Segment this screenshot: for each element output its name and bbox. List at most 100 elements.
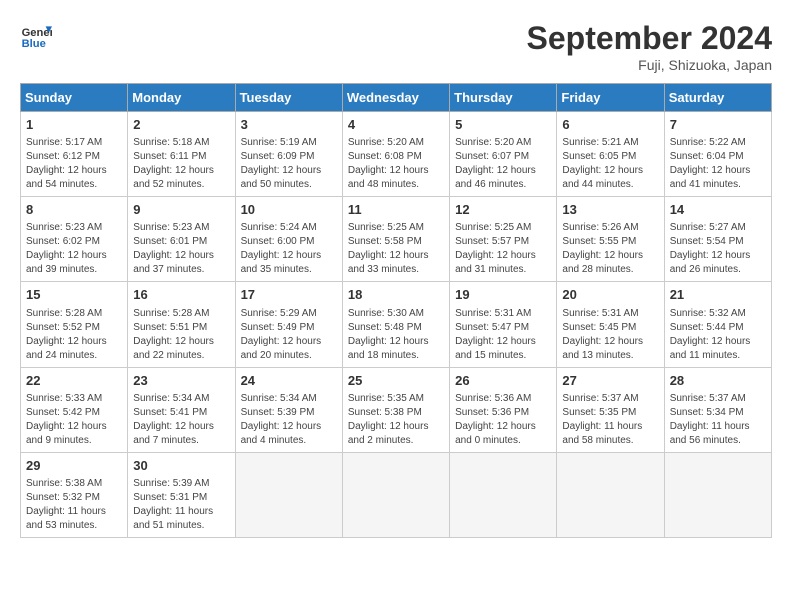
- day-info: Sunrise: 5:36 AM Sunset: 5:36 PM Dayligh…: [455, 392, 551, 448]
- calendar-cell: 5 Sunrise: 5:20 AM Sunset: 6:07 PM Daylig…: [450, 112, 557, 197]
- weekday-header-sunday: Sunday: [21, 84, 128, 112]
- day-info: Sunrise: 5:28 AM Sunset: 5:52 PM Dayligh…: [26, 307, 122, 363]
- day-number: 29: [26, 457, 122, 475]
- calendar-cell: 18Sunrise: 5:30 AM Sunset: 5:48 PM Dayli…: [342, 282, 449, 367]
- day-number: 20: [562, 286, 658, 304]
- weekday-header-row: SundayMondayTuesdayWednesdayThursdayFrid…: [21, 84, 772, 112]
- svg-text:Blue: Blue: [22, 38, 46, 50]
- day-info: Sunrise: 5:24 AM Sunset: 6:00 PM Dayligh…: [241, 221, 337, 277]
- weekday-header-thursday: Thursday: [450, 84, 557, 112]
- calendar-cell: 17 Sunrise: 5:29 AM Sunset: 5:49 PM Dayli…: [235, 282, 342, 367]
- day-number: 23: [133, 372, 229, 390]
- location-subtitle: Fuji, Shizuoka, Japan: [527, 57, 772, 73]
- day-info: Sunrise: 5:26 AM Sunset: 5:55 PM Dayligh…: [562, 221, 658, 277]
- calendar-cell: 1 Sunrise: 5:17 AM Sunset: 6:12 PM Daylig…: [21, 112, 128, 197]
- calendar-cell: 21Sunrise: 5:32 AM Sunset: 5:44 PM Dayli…: [664, 282, 771, 367]
- day-number: 19: [455, 286, 551, 304]
- day-number: 17: [241, 286, 337, 304]
- day-info: Sunrise: 5:21 AM Sunset: 6:05 PM Dayligh…: [562, 136, 658, 192]
- calendar-cell: 11Sunrise: 5:25 AM Sunset: 5:58 PM Dayli…: [342, 197, 449, 282]
- day-info: Sunrise: 5:20 AM Sunset: 6:07 PM Dayligh…: [455, 136, 551, 192]
- day-number: 1: [26, 116, 122, 134]
- day-number: 12: [455, 201, 551, 219]
- day-number: 18: [348, 286, 444, 304]
- calendar-cell: 23 Sunrise: 5:34 AM Sunset: 5:41 PM Dayli…: [128, 367, 235, 452]
- calendar-week-4: 22Sunrise: 5:33 AM Sunset: 5:42 PM Dayli…: [21, 367, 772, 452]
- calendar-cell: [342, 452, 449, 537]
- day-info: Sunrise: 5:34 AM Sunset: 5:41 PM Dayligh…: [133, 392, 229, 448]
- day-info: Sunrise: 5:20 AM Sunset: 6:08 PM Dayligh…: [348, 136, 444, 192]
- logo-icon: General Blue: [20, 20, 52, 52]
- day-info: Sunrise: 5:33 AM Sunset: 5:42 PM Dayligh…: [26, 392, 122, 448]
- calendar-table: SundayMondayTuesdayWednesdayThursdayFrid…: [20, 83, 772, 538]
- calendar-cell: 16 Sunrise: 5:28 AM Sunset: 5:51 PM Dayli…: [128, 282, 235, 367]
- day-info: Sunrise: 5:19 AM Sunset: 6:09 PM Dayligh…: [241, 136, 337, 192]
- day-number: 30: [133, 457, 229, 475]
- day-info: Sunrise: 5:25 AM Sunset: 5:57 PM Dayligh…: [455, 221, 551, 277]
- day-info: Sunrise: 5:23 AM Sunset: 6:02 PM Dayligh…: [26, 221, 122, 277]
- calendar-cell: 29Sunrise: 5:38 AM Sunset: 5:32 PM Dayli…: [21, 452, 128, 537]
- day-info: Sunrise: 5:22 AM Sunset: 6:04 PM Dayligh…: [670, 136, 766, 192]
- calendar-cell: 28 Sunrise: 5:37 AM Sunset: 5:34 PM Dayli…: [664, 367, 771, 452]
- calendar-cell: 9 Sunrise: 5:23 AM Sunset: 6:01 PM Daylig…: [128, 197, 235, 282]
- calendar-cell: 22Sunrise: 5:33 AM Sunset: 5:42 PM Dayli…: [21, 367, 128, 452]
- calendar-cell: 13 Sunrise: 5:26 AM Sunset: 5:55 PM Dayli…: [557, 197, 664, 282]
- day-number: 25: [348, 372, 444, 390]
- day-info: Sunrise: 5:39 AM Sunset: 5:31 PM Dayligh…: [133, 477, 229, 533]
- calendar-cell: 27 Sunrise: 5:37 AM Sunset: 5:35 PM Dayli…: [557, 367, 664, 452]
- weekday-header-saturday: Saturday: [664, 84, 771, 112]
- day-number: 28: [670, 372, 766, 390]
- day-info: Sunrise: 5:28 AM Sunset: 5:51 PM Dayligh…: [133, 307, 229, 363]
- day-number: 5: [455, 116, 551, 134]
- day-info: Sunrise: 5:17 AM Sunset: 6:12 PM Dayligh…: [26, 136, 122, 192]
- day-info: Sunrise: 5:29 AM Sunset: 5:49 PM Dayligh…: [241, 307, 337, 363]
- calendar-cell: 25 Sunrise: 5:35 AM Sunset: 5:38 PM Dayli…: [342, 367, 449, 452]
- calendar-cell: 24 Sunrise: 5:34 AM Sunset: 5:39 PM Dayli…: [235, 367, 342, 452]
- day-number: 11: [348, 201, 444, 219]
- day-info: Sunrise: 5:31 AM Sunset: 5:47 PM Dayligh…: [455, 307, 551, 363]
- calendar-cell: 30 Sunrise: 5:39 AM Sunset: 5:31 PM Dayli…: [128, 452, 235, 537]
- calendar-cell: 12 Sunrise: 5:25 AM Sunset: 5:57 PM Dayli…: [450, 197, 557, 282]
- day-number: 3: [241, 116, 337, 134]
- day-info: Sunrise: 5:37 AM Sunset: 5:34 PM Dayligh…: [670, 392, 766, 448]
- day-number: 4: [348, 116, 444, 134]
- calendar-cell: 8Sunrise: 5:23 AM Sunset: 6:02 PM Daylig…: [21, 197, 128, 282]
- day-info: Sunrise: 5:27 AM Sunset: 5:54 PM Dayligh…: [670, 221, 766, 277]
- calendar-cell: 2 Sunrise: 5:18 AM Sunset: 6:11 PM Daylig…: [128, 112, 235, 197]
- day-number: 9: [133, 201, 229, 219]
- day-number: 7: [670, 116, 766, 134]
- day-number: 13: [562, 201, 658, 219]
- calendar-week-5: 29Sunrise: 5:38 AM Sunset: 5:32 PM Dayli…: [21, 452, 772, 537]
- weekday-header-monday: Monday: [128, 84, 235, 112]
- day-number: 10: [241, 201, 337, 219]
- day-number: 24: [241, 372, 337, 390]
- calendar-cell: [450, 452, 557, 537]
- day-number: 16: [133, 286, 229, 304]
- day-info: Sunrise: 5:34 AM Sunset: 5:39 PM Dayligh…: [241, 392, 337, 448]
- calendar-week-1: 1 Sunrise: 5:17 AM Sunset: 6:12 PM Daylig…: [21, 112, 772, 197]
- calendar-cell: 14Sunrise: 5:27 AM Sunset: 5:54 PM Dayli…: [664, 197, 771, 282]
- day-number: 6: [562, 116, 658, 134]
- weekday-header-friday: Friday: [557, 84, 664, 112]
- weekday-header-wednesday: Wednesday: [342, 84, 449, 112]
- day-info: Sunrise: 5:37 AM Sunset: 5:35 PM Dayligh…: [562, 392, 658, 448]
- calendar-cell: 15Sunrise: 5:28 AM Sunset: 5:52 PM Dayli…: [21, 282, 128, 367]
- title-area: September 2024 Fuji, Shizuoka, Japan: [527, 20, 772, 73]
- calendar-cell: 3 Sunrise: 5:19 AM Sunset: 6:09 PM Daylig…: [235, 112, 342, 197]
- day-info: Sunrise: 5:18 AM Sunset: 6:11 PM Dayligh…: [133, 136, 229, 192]
- calendar-week-2: 8Sunrise: 5:23 AM Sunset: 6:02 PM Daylig…: [21, 197, 772, 282]
- calendar-cell: 7 Sunrise: 5:22 AM Sunset: 6:04 PM Daylig…: [664, 112, 771, 197]
- logo: General Blue: [20, 20, 52, 52]
- calendar-cell: 6 Sunrise: 5:21 AM Sunset: 6:05 PM Daylig…: [557, 112, 664, 197]
- day-info: Sunrise: 5:23 AM Sunset: 6:01 PM Dayligh…: [133, 221, 229, 277]
- calendar-cell: 20Sunrise: 5:31 AM Sunset: 5:45 PM Dayli…: [557, 282, 664, 367]
- day-number: 21: [670, 286, 766, 304]
- day-number: 2: [133, 116, 229, 134]
- day-info: Sunrise: 5:35 AM Sunset: 5:38 PM Dayligh…: [348, 392, 444, 448]
- day-number: 26: [455, 372, 551, 390]
- calendar-cell: [664, 452, 771, 537]
- calendar-cell: 19 Sunrise: 5:31 AM Sunset: 5:47 PM Dayli…: [450, 282, 557, 367]
- day-number: 27: [562, 372, 658, 390]
- calendar-cell: 26 Sunrise: 5:36 AM Sunset: 5:36 PM Dayli…: [450, 367, 557, 452]
- calendar-week-3: 15Sunrise: 5:28 AM Sunset: 5:52 PM Dayli…: [21, 282, 772, 367]
